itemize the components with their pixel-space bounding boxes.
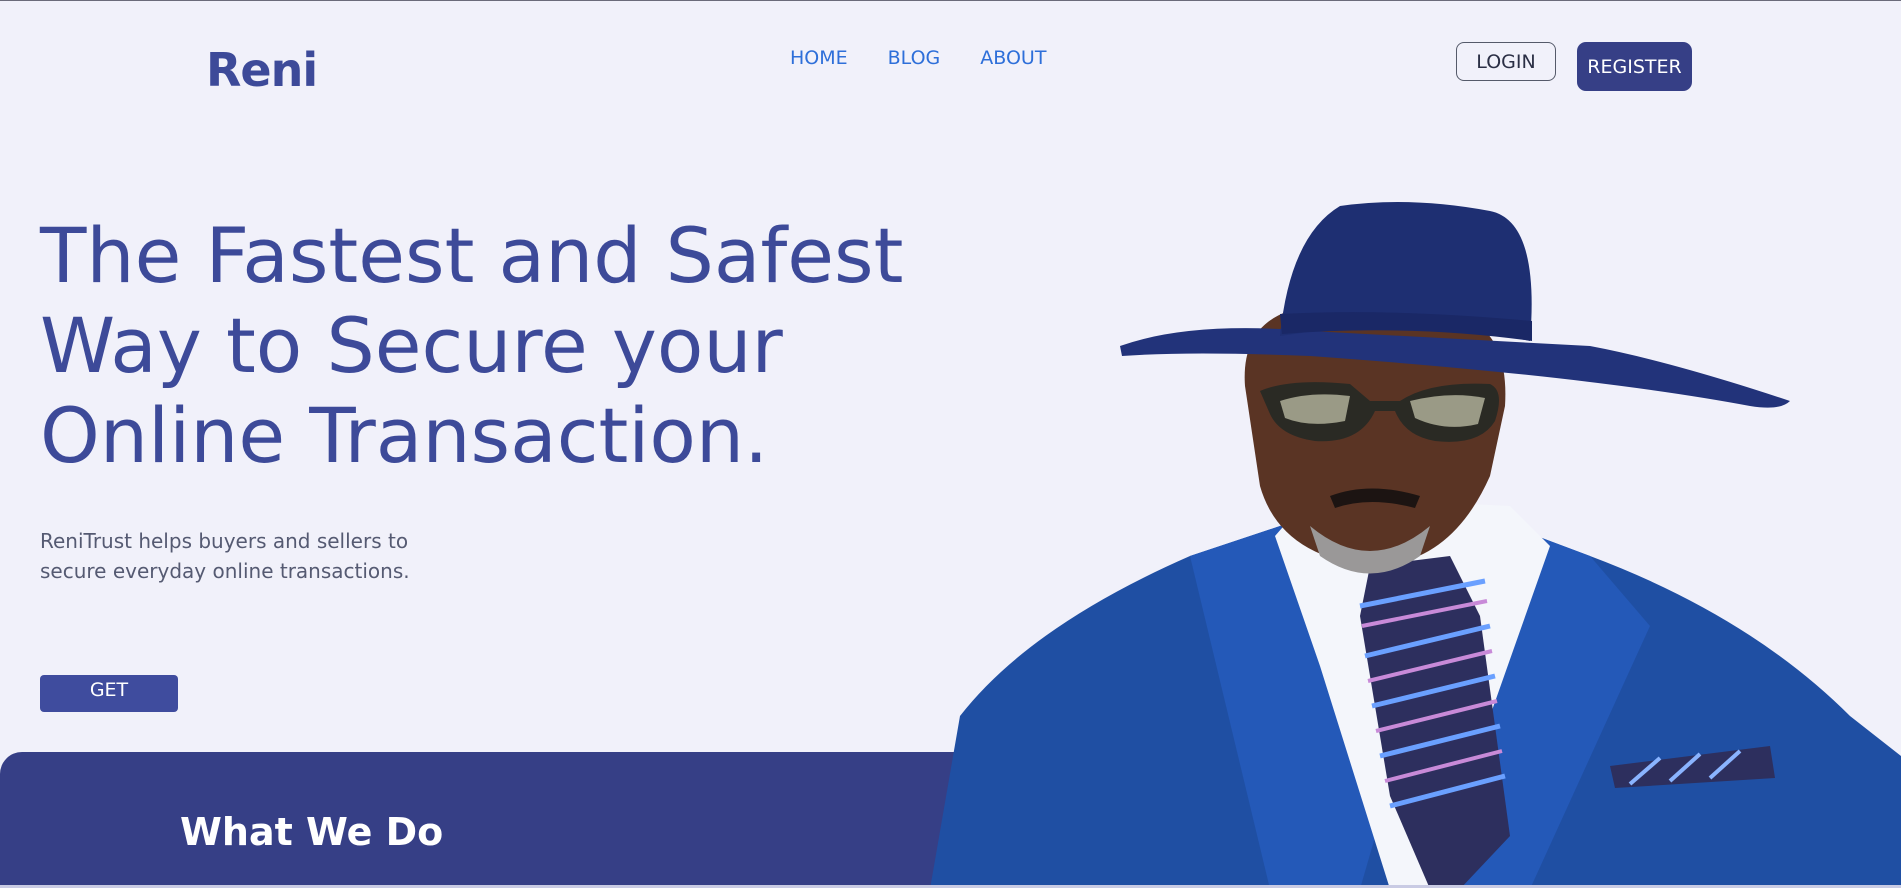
nav-about-link[interactable]: ABOUT — [980, 47, 1046, 69]
sunglasses-lens-glare — [1280, 394, 1350, 424]
hero-title-line: Way to Secure your — [40, 301, 783, 390]
logo[interactable]: Reni — [206, 43, 318, 97]
section-title: What We Do — [180, 810, 444, 854]
hero-subtitle-line: secure everyday online transactions. — [40, 559, 410, 583]
main-nav: HOME BLOG ABOUT — [790, 47, 1046, 69]
nav-home-link[interactable]: HOME — [790, 47, 848, 69]
register-button[interactable]: REGISTER — [1577, 42, 1692, 91]
nav-blog-link[interactable]: BLOG — [888, 47, 941, 69]
hero-photo — [930, 202, 1901, 888]
hero-title-line: Online Transaction. — [40, 391, 769, 480]
hero-title-line: The Fastest and Safest — [40, 211, 904, 300]
hero-subtitle-line: ReniTrust helps buyers and sellers to — [40, 529, 409, 553]
login-button[interactable]: LOGIN — [1456, 42, 1556, 81]
hero-title: The Fastest and Safest Way to Secure you… — [40, 211, 940, 481]
what-we-do-section — [0, 752, 1000, 888]
hero-subtitle: ReniTrust helps buyers and sellers to se… — [40, 526, 440, 586]
get-started-button[interactable]: GET — [40, 675, 178, 712]
